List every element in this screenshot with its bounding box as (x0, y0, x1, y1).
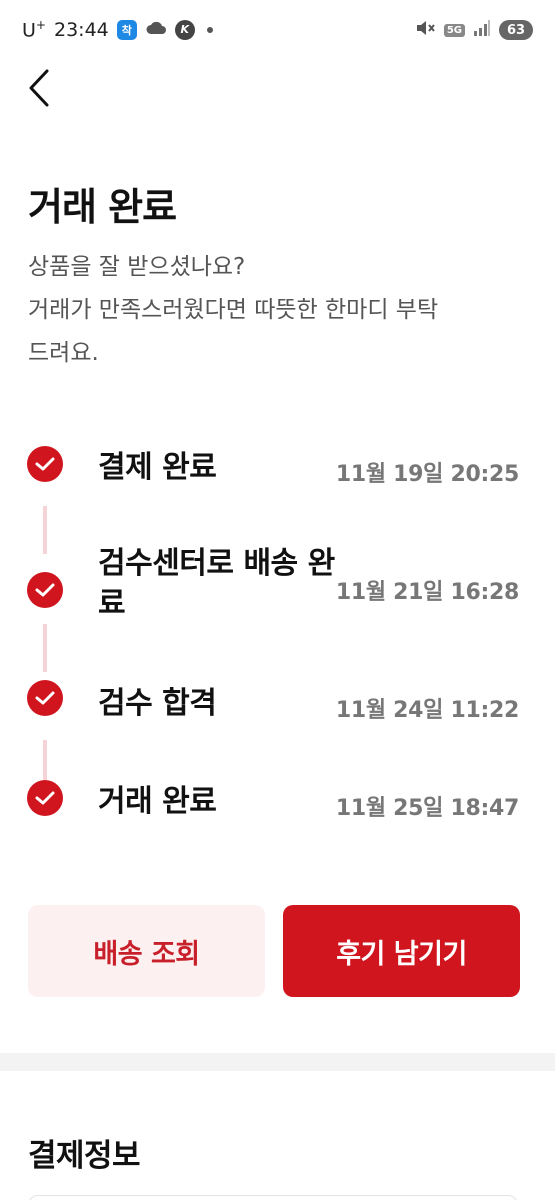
network-type-badge: 5G (443, 23, 465, 37)
k-app-icon: K (174, 19, 195, 40)
check-circle-icon (27, 446, 63, 482)
mute-icon (414, 18, 436, 43)
payment-info-title: 결제정보 (28, 1138, 141, 1174)
subtitle-line: 거래가 만족스러웠다면 따뜻한 한마디 부탁 (28, 297, 439, 323)
page-title: 거래 완료 (28, 185, 177, 229)
timeline-connector (43, 506, 47, 554)
signal-icon (473, 19, 491, 41)
carrier-label: U+ (22, 18, 46, 42)
timeline-connector (43, 624, 47, 672)
chevron-left-icon (26, 68, 52, 112)
timeline-step-time: 11월 24일 11:22 (335, 698, 519, 723)
cloud-icon (145, 19, 167, 41)
more-notifications-dot-icon (206, 26, 213, 33)
status-bar: U+ 23:44 착 K 5G 63 (0, 0, 555, 60)
check-circle-icon (27, 572, 63, 608)
subtitle-line: 상품을 잘 받으셨나요? (28, 254, 246, 280)
check-circle-icon (27, 780, 63, 816)
app-notification-icon: 착 (116, 19, 137, 40)
timeline-step-time: 11월 25일 18:47 (335, 796, 519, 821)
timeline-step-time: 11월 19일 20:25 (335, 462, 519, 487)
section-divider (0, 1053, 555, 1071)
timeline-connector (43, 740, 47, 780)
status-bar-left: U+ 23:44 착 K (22, 18, 213, 42)
write-review-button[interactable]: 후기 남기기 (283, 905, 520, 997)
timeline-step-label: 검수 합격 (98, 686, 217, 721)
timeline-step-label: 결제 완료 (98, 450, 217, 485)
page-subtitle: 상품을 잘 받으셨나요? 거래가 만족스러웠다면 따뜻한 한마디 부탁 드려요. (28, 246, 518, 375)
timeline-step-label: 거래 완료 (98, 784, 217, 819)
battery-indicator: 63 (499, 20, 533, 40)
payment-info-card (28, 1195, 518, 1200)
subtitle-line: 드려요. (28, 340, 99, 366)
track-delivery-button[interactable]: 배송 조회 (28, 905, 265, 997)
clock: 23:44 (53, 18, 109, 41)
check-circle-icon (27, 680, 63, 716)
timeline-step-time: 11월 21일 16:28 (335, 580, 519, 605)
status-bar-right: 5G 63 (414, 18, 533, 43)
transaction-complete-screen: U+ 23:44 착 K 5G 63 거래 완료 상품을 잘 받으셨나요? 거래… (0, 0, 555, 1200)
back-button[interactable] (26, 66, 70, 114)
timeline-step-label: 검수센터로 배송 완료 (98, 546, 335, 621)
